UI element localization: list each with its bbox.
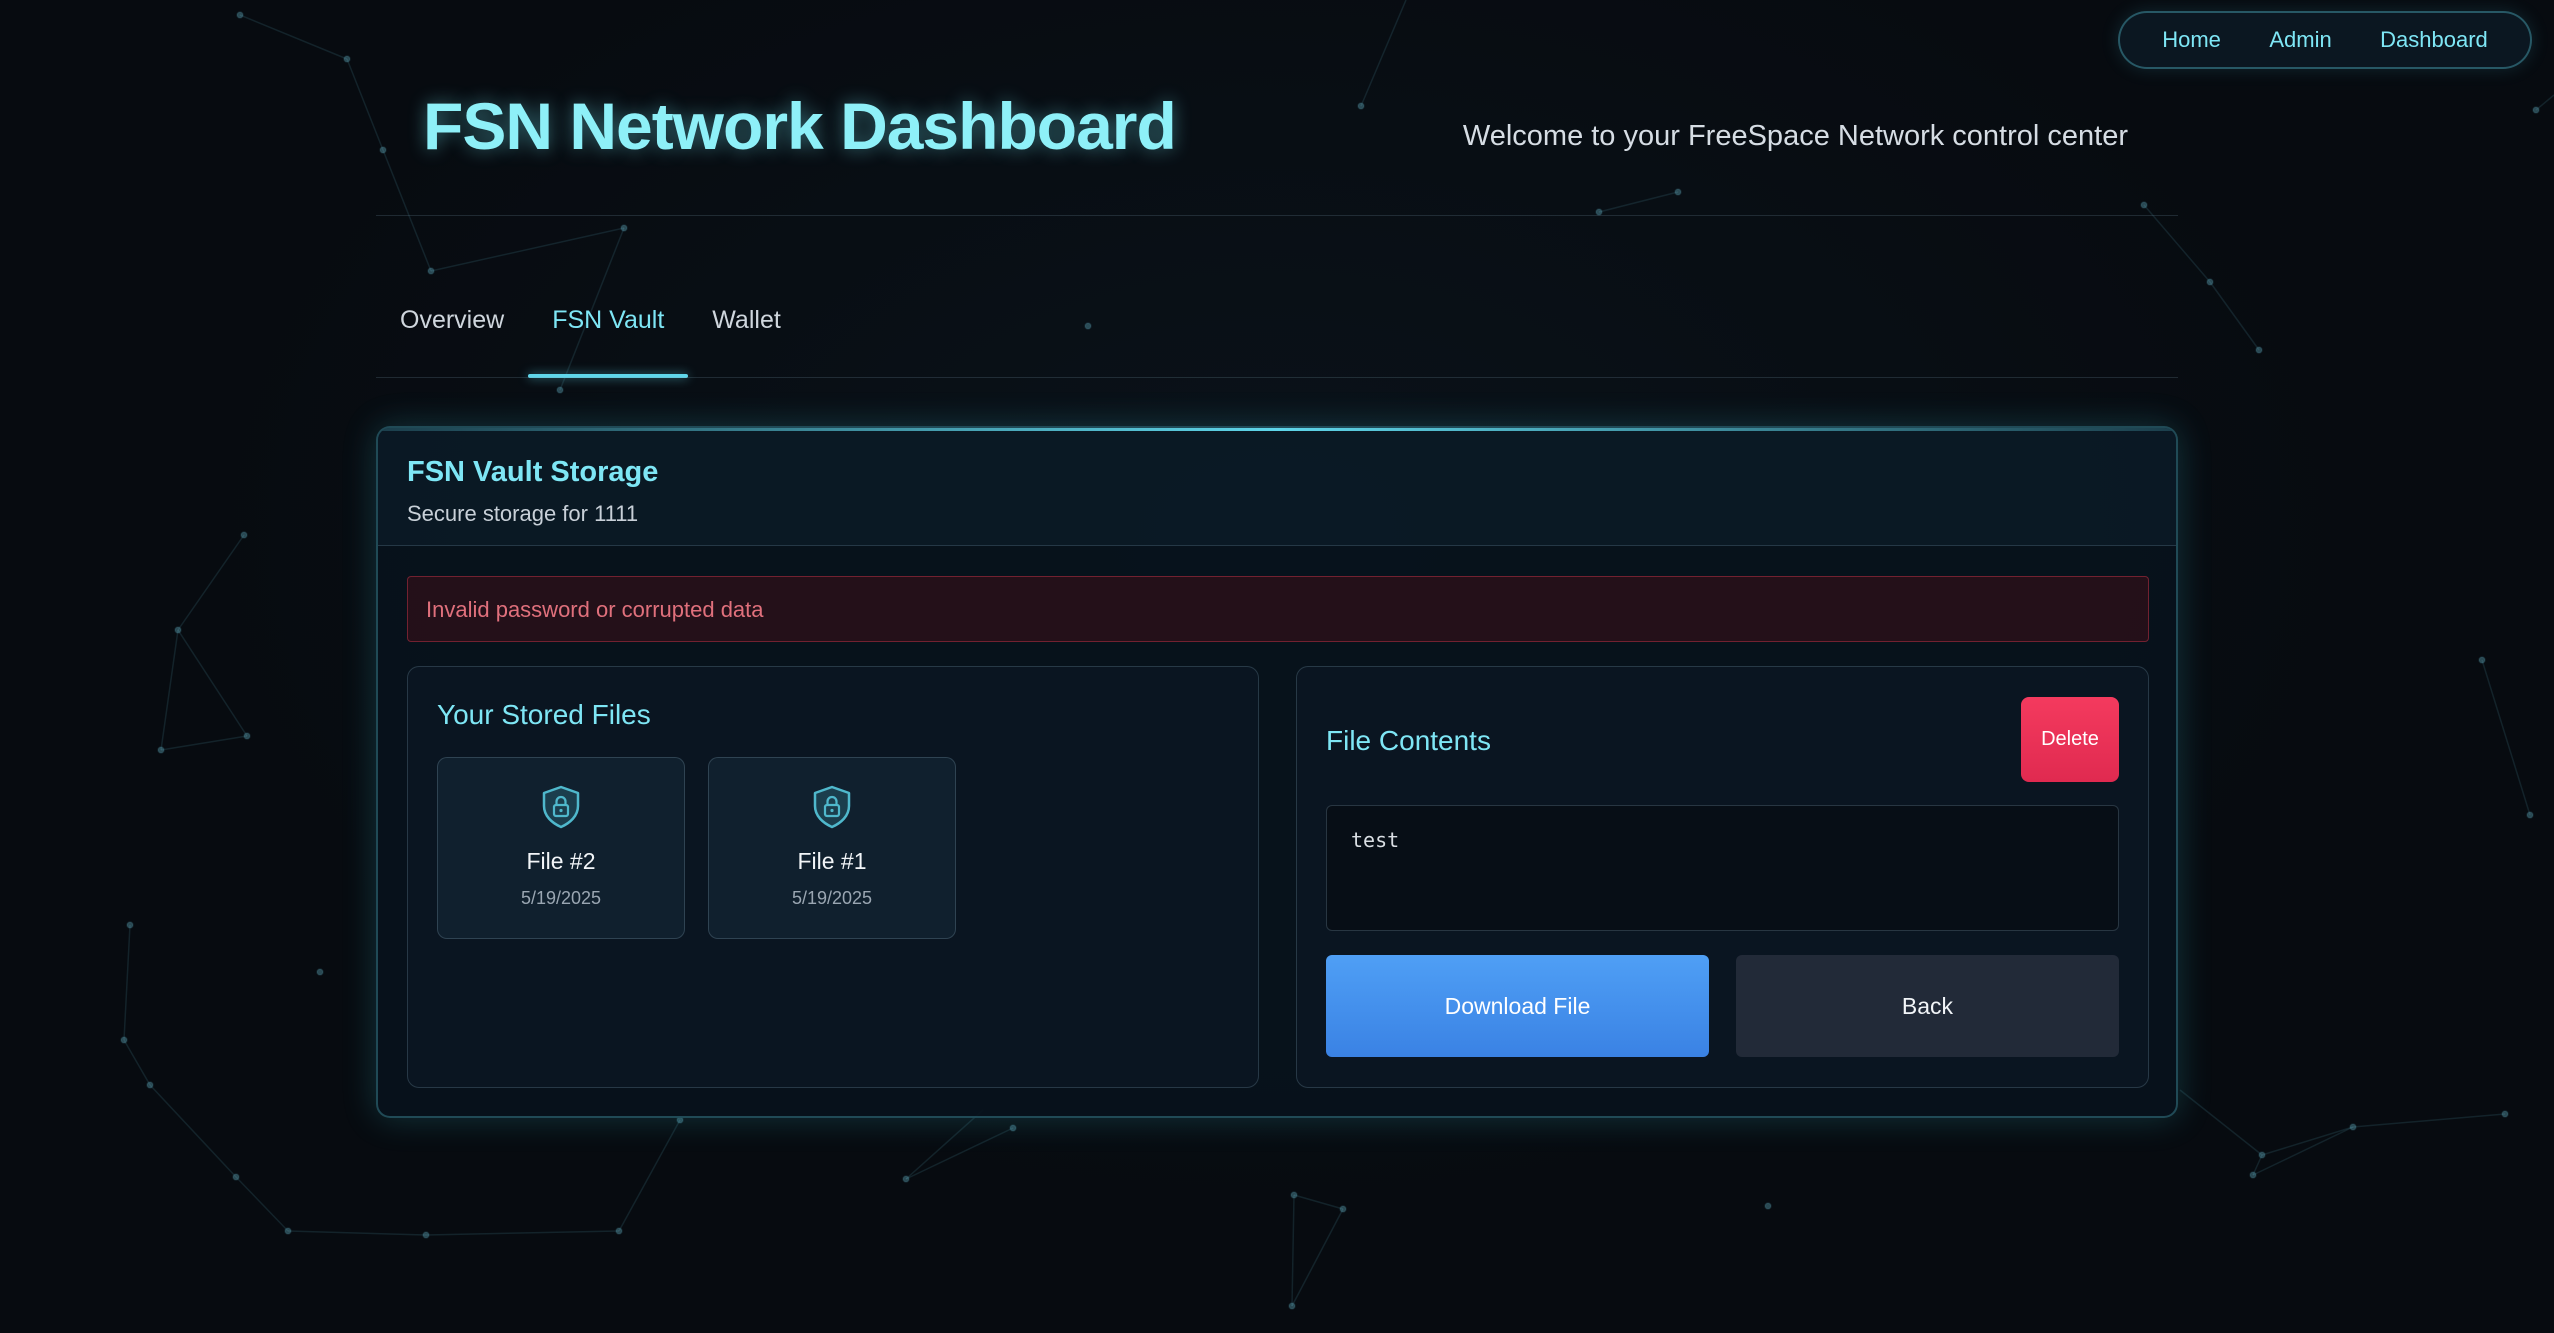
shield-lock-icon (813, 785, 851, 829)
nav-home-link[interactable]: Home (2162, 27, 2221, 53)
nav-dashboard-link[interactable]: Dashboard (2380, 27, 2488, 53)
file-date: 5/19/2025 (520, 888, 602, 908)
stored-files-panel: Your Stored Files File #2 5/19/2025 File… (407, 666, 1259, 1088)
file-contents-title: File Contents (1326, 725, 1491, 756)
vault-card: FSN Vault Storage Secure storage for 111… (376, 426, 2178, 1118)
stored-files-title: Your Stored Files (437, 699, 651, 730)
file-name: File #2 (526, 848, 596, 874)
file-card-2[interactable]: File #2 5/19/2025 (437, 757, 685, 939)
back-button[interactable]: Back (1736, 955, 2119, 1057)
tab-overview[interactable]: Overview (376, 270, 528, 378)
welcome-text: Welcome to your FreeSpace Network contro… (1462, 120, 2128, 152)
file-contents-panel: File Contents Delete test Download File … (1296, 666, 2149, 1088)
file-contents-textarea[interactable]: test (1326, 805, 2119, 931)
vault-header: FSN Vault Storage Secure storage for 111… (378, 428, 2176, 546)
header-divider (376, 215, 2178, 216)
tab-fsn-vault[interactable]: FSN Vault (528, 270, 689, 378)
delete-button[interactable]: Delete (2021, 697, 2119, 782)
file-date: 5/19/2025 (791, 888, 873, 908)
top-nav: Home Admin Dashboard (2118, 11, 2532, 69)
vault-subtitle: Secure storage for 1111 (407, 501, 639, 526)
tab-wallet[interactable]: Wallet (688, 270, 805, 378)
shield-lock-icon (542, 785, 580, 829)
error-alert: Invalid password or corrupted data (407, 576, 2149, 642)
page: Home Admin Dashboard FSN Network Dashboa… (0, 0, 2554, 1333)
file-name: File #1 (797, 848, 867, 874)
vault-title: FSN Vault Storage (407, 456, 659, 488)
tabs-divider (376, 377, 2178, 378)
nav-admin-link[interactable]: Admin (2269, 27, 2331, 53)
page-title: FSN Network Dashboard (423, 89, 1177, 163)
file-card-1[interactable]: File #1 5/19/2025 (708, 757, 956, 939)
download-file-button[interactable]: Download File (1326, 955, 1709, 1057)
tab-bar: Overview FSN Vault Wallet (376, 270, 805, 378)
